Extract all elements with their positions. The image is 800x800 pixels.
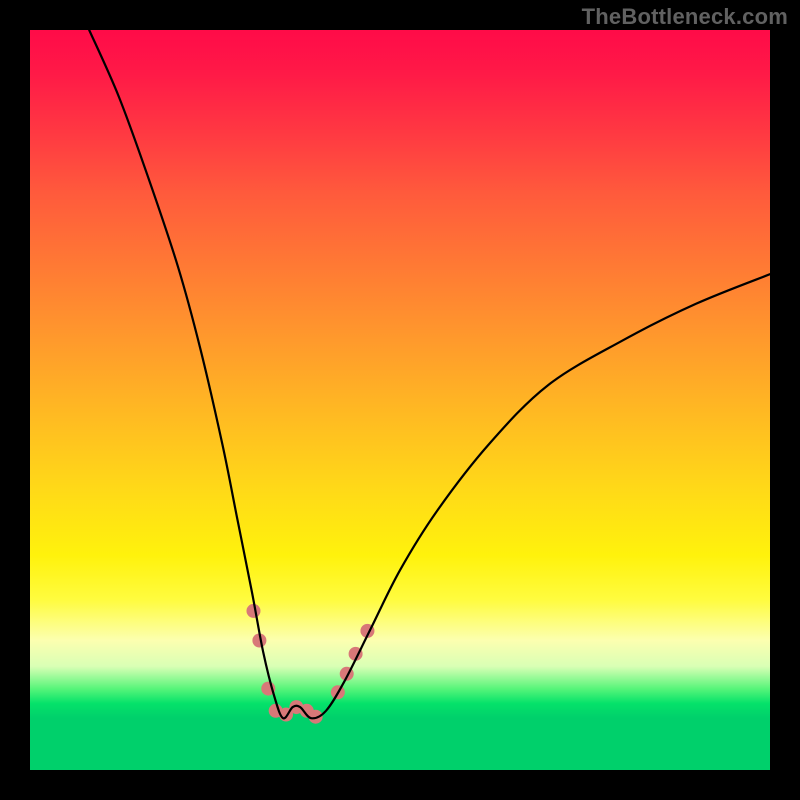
chart-frame: TheBottleneck.com [0,0,800,800]
bottleneck-curve [89,30,770,718]
watermark-text: TheBottleneck.com [582,4,788,30]
curve-layer [30,30,770,770]
plot-area [30,30,770,770]
